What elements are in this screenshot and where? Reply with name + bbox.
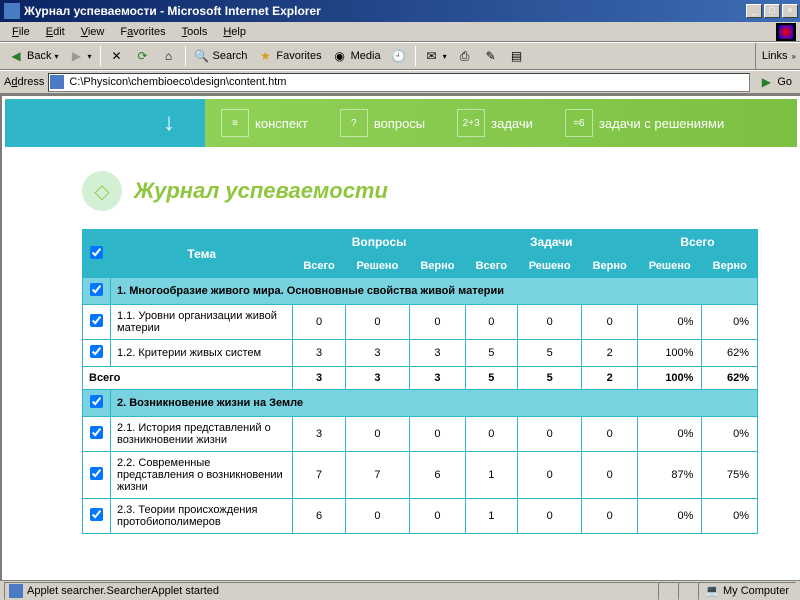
ie-logo	[776, 23, 796, 41]
table-row: 1.2. Критерии живых систем 333 552 100%6…	[83, 340, 758, 367]
col-tema: Тема	[111, 230, 293, 278]
col-zadachi: Задачи	[465, 230, 637, 255]
forward-button[interactable]: ▶▾	[64, 46, 95, 66]
page-title: Журнал успеваемости	[134, 178, 388, 204]
col-voprosy: Вопросы	[293, 230, 465, 255]
tab-zadachi[interactable]: 2+3задачи	[441, 109, 549, 137]
star-icon: ★	[257, 48, 273, 64]
journal-icon: ◇	[82, 171, 122, 211]
tasks-icon: 2+3	[457, 109, 485, 137]
menu-view[interactable]: View	[73, 24, 113, 40]
check-row[interactable]	[90, 314, 103, 327]
go-icon: ▶	[758, 74, 774, 90]
section-2: 2. Возникновение жизни на Земле	[83, 390, 758, 417]
menu-edit[interactable]: Edit	[38, 24, 73, 40]
forward-icon: ▶	[68, 48, 84, 64]
tab-voprosy[interactable]: ?вопросы	[324, 109, 441, 137]
favorites-button[interactable]: ★Favorites	[253, 46, 325, 66]
notes-icon: ≡	[221, 109, 249, 137]
check-all[interactable]	[90, 246, 103, 259]
window-title: Журнал успеваемости - Microsoft Internet…	[24, 4, 746, 18]
history-button[interactable]: 🕘	[387, 46, 411, 66]
table-row: 2.1. История представлений о возникновен…	[83, 417, 758, 452]
history-icon: 🕘	[391, 48, 407, 64]
content-area: ↓ ≡конспект ?вопросы 2+3задачи =6задачи …	[0, 94, 800, 580]
menu-file[interactable]: File	[4, 24, 38, 40]
table-row: 2.2. Современные представления о возникн…	[83, 452, 758, 499]
check-row[interactable]	[90, 426, 103, 439]
solved-icon: =6	[565, 109, 593, 137]
statusbar: Applet searcher.SearcherApplet started 💻…	[0, 580, 800, 600]
section-1: 1. Многообразие живого мира. Основновные…	[83, 278, 758, 305]
ie-icon	[4, 3, 20, 19]
stop-icon: ✕	[109, 48, 125, 64]
links-button[interactable]: Links »	[755, 43, 796, 69]
edit-button[interactable]: ✎	[479, 46, 503, 66]
home-button[interactable]: ⌂	[157, 46, 181, 66]
media-icon: ◉	[332, 48, 348, 64]
back-icon: ◀	[8, 48, 24, 64]
media-button[interactable]: ◉Media	[328, 46, 385, 66]
address-label: Address	[4, 76, 44, 88]
menu-favorites[interactable]: Favorites	[112, 24, 173, 40]
titlebar: Журнал успеваемости - Microsoft Internet…	[0, 0, 800, 22]
stop-button[interactable]: ✕	[105, 46, 129, 66]
app-header: ↓ ≡конспект ?вопросы 2+3задачи =6задачи …	[5, 99, 797, 147]
menu-tools[interactable]: Tools	[174, 24, 216, 40]
check-row[interactable]	[90, 345, 103, 358]
check-section-1[interactable]	[90, 283, 103, 296]
tab-konspekt[interactable]: ≡конспект	[205, 109, 324, 137]
menu-help[interactable]: Help	[215, 24, 254, 40]
check-section-2[interactable]	[90, 395, 103, 408]
address-input[interactable]	[48, 73, 750, 92]
close-button[interactable]: ×	[782, 4, 798, 18]
grade-table: Тема Вопросы Задачи Всего ВсегоРешеноВер…	[82, 229, 758, 534]
search-button[interactable]: 🔍Search	[190, 46, 252, 66]
search-icon: 🔍	[194, 48, 210, 64]
print-icon: ⎙	[457, 48, 473, 64]
edit-icon: ✎	[483, 48, 499, 64]
col-vsego: Всего	[637, 230, 757, 255]
question-icon: ?	[340, 109, 368, 137]
total-row-1: Всего 333 552 100%62%	[83, 367, 758, 390]
status-text: Applet searcher.SearcherApplet started	[4, 582, 658, 600]
applet-icon	[9, 584, 23, 598]
minimize-button[interactable]: _	[746, 4, 762, 18]
mail-icon: ✉	[424, 48, 440, 64]
discuss-button[interactable]: ▤	[505, 46, 529, 66]
zone-indicator: 💻My Computer	[698, 582, 796, 600]
refresh-button[interactable]: ⟳	[131, 46, 155, 66]
go-button[interactable]: ▶Go	[754, 74, 796, 90]
download-tab[interactable]: ↓	[5, 99, 205, 147]
menubar: File Edit View Favorites Tools Help	[0, 22, 800, 42]
computer-icon: 💻	[705, 584, 719, 598]
refresh-icon: ⟳	[135, 48, 151, 64]
mail-button[interactable]: ✉▾	[420, 46, 451, 66]
page-icon	[50, 75, 64, 89]
home-icon: ⌂	[161, 48, 177, 64]
discuss-icon: ▤	[509, 48, 525, 64]
check-row[interactable]	[90, 508, 103, 521]
table-row: 1.1. Уровни организации живой материи 00…	[83, 305, 758, 340]
toolbar: ◀Back▾ ▶▾ ✕ ⟳ ⌂ 🔍Search ★Favorites ◉Medi…	[0, 42, 800, 70]
tab-zadachi-resh[interactable]: =6задачи с решениями	[549, 109, 740, 137]
addressbar: Address ▶Go	[0, 70, 800, 94]
maximize-button[interactable]: □	[764, 4, 780, 18]
check-row[interactable]	[90, 467, 103, 480]
print-button[interactable]: ⎙	[453, 46, 477, 66]
back-button[interactable]: ◀Back▾	[4, 46, 62, 66]
arrow-down-icon: ↓	[163, 109, 175, 137]
table-row: 2.3. Теории происхождения протобиополиме…	[83, 499, 758, 534]
